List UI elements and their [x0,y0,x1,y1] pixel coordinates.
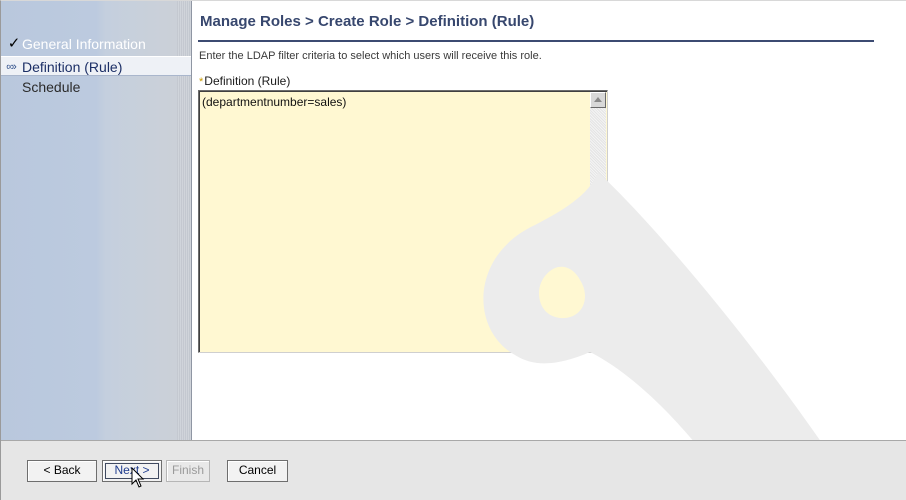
current-step-icon: ∞› [6,61,17,73]
scroll-up-button[interactable] [590,92,606,108]
scroll-up-arrow-icon [594,97,602,102]
sidebar-item-schedule[interactable]: Schedule [1,77,191,97]
required-marker: * [199,76,204,88]
finish-button[interactable]: Finish [166,460,210,482]
sidebar-item-label: General Information [22,36,146,52]
definition-label-text: Definition (Rule) [204,74,291,88]
definition-rule-textarea[interactable]: (departmentnumber=sales) [198,90,608,353]
definition-rule-value: (departmentnumber=sales) [202,95,347,109]
sidebar-item-label: Definition (Rule) [22,59,123,75]
scroll-down-button[interactable] [590,335,606,351]
title-divider [198,40,874,42]
cancel-button[interactable]: Cancel [227,460,288,482]
sidebar-item-label: Schedule [22,79,81,95]
main-content: Manage Roles > Create Role > Definition … [198,0,898,440]
scroll-down-arrow-icon [594,340,602,345]
wizard-step-sidebar: ✓ General Information ∞› Definition (Rul… [1,1,192,440]
page-title: Manage Roles > Create Role > Definition … [200,13,535,30]
checkmark-icon: ✓ [7,35,21,52]
mouse-pointer-icon [131,467,145,488]
sidebar-item-definition-rule[interactable]: ∞› Definition (Rule) [1,56,191,76]
page-description: Enter the LDAP filter criteria to select… [199,50,542,62]
back-button[interactable]: < Back [27,460,97,482]
sidebar-item-general-information[interactable]: ✓ General Information [1,34,191,54]
definition-field-label: *Definition (Rule) [199,74,290,88]
textarea-scrollbar[interactable] [590,92,606,351]
